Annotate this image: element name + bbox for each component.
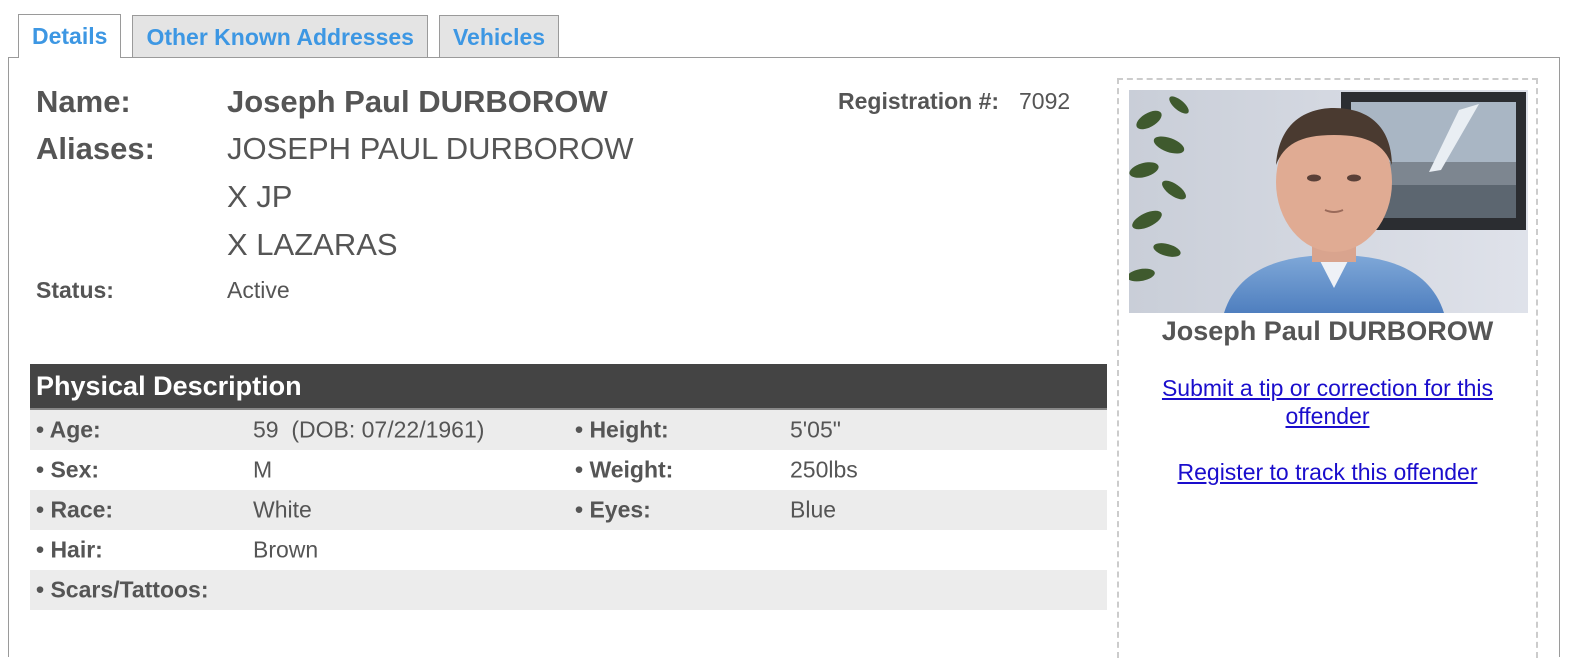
registration-number: 7092 — [1019, 88, 1071, 114]
sex-label: • Sex: — [36, 456, 100, 483]
offender-name: Joseph Paul DURBOROW — [227, 84, 608, 119]
race-value: White — [253, 496, 312, 523]
height-value: 5'05" — [790, 416, 841, 443]
physical-description-header: Physical Description — [30, 364, 1107, 410]
table-row: • Hair: Brown — [30, 530, 1107, 570]
eyes-label: • Eyes: — [575, 496, 651, 523]
hair-value: Brown — [253, 536, 319, 563]
offender-sidebar: Joseph Paul DURBOROW Submit a tip or cor… — [1117, 78, 1538, 658]
status-label: Status: — [36, 277, 114, 303]
table-row: • Age: 59 (DOB: 07/22/1961) • Height: 5'… — [30, 410, 1107, 450]
aliases-label: Aliases: — [36, 131, 155, 166]
physical-description-table: Physical Description • Age: 59 (DOB: 07/… — [30, 364, 1107, 610]
offender-photo — [1129, 90, 1528, 313]
tab-details[interactable]: Details — [18, 14, 122, 58]
eyes-value: Blue — [790, 496, 837, 523]
alias-item: X JP — [227, 179, 293, 214]
alias-item: X LAZARAS — [227, 227, 398, 262]
height-label: • Height: — [575, 416, 669, 443]
status-value: Active — [227, 277, 290, 303]
register-track-link[interactable]: Register to track this offender — [1119, 458, 1536, 486]
tab-vehicles[interactable]: Vehicles — [438, 15, 560, 58]
sex-value: M — [253, 456, 273, 483]
alias-item: JOSEPH PAUL DURBOROW — [227, 131, 634, 166]
age-label: • Age: — [36, 416, 101, 443]
age-value: 59 (DOB: 07/22/1961) — [253, 416, 485, 443]
registration-label: Registration #: — [838, 88, 1000, 114]
table-row: • Sex: M • Weight: 250lbs — [30, 450, 1107, 490]
tab-other-known-addresses[interactable]: Other Known Addresses — [132, 15, 428, 58]
tab-bar: Details Other Known Addresses Vehicles — [18, 14, 570, 58]
weight-value: 250lbs — [790, 456, 858, 483]
hair-label: • Hair: — [36, 536, 103, 563]
weight-label: • Weight: — [575, 456, 674, 483]
table-row: • Race: White • Eyes: Blue — [30, 490, 1107, 530]
table-row: • Scars/Tattoos: — [30, 570, 1107, 610]
name-label: Name: — [36, 84, 131, 119]
sidebar-offender-name: Joseph Paul DURBOROW — [1161, 316, 1494, 346]
offender-photo-image — [1129, 90, 1528, 313]
submit-tip-link[interactable]: Submit a tip or correction for this offe… — [1119, 374, 1536, 430]
race-label: • Race: — [36, 496, 114, 523]
scars-tattoos-label: • Scars/Tattoos: — [36, 576, 209, 603]
